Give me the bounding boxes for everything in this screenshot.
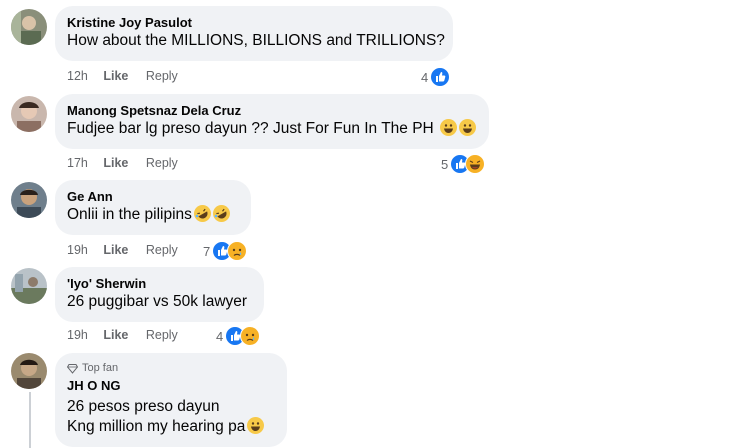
- comment-author[interactable]: 'Iyo' Sherwin: [67, 275, 252, 292]
- avatar[interactable]: [11, 96, 47, 132]
- avatar[interactable]: [11, 268, 47, 304]
- like-button[interactable]: Like: [103, 69, 128, 83]
- comment-author[interactable]: Ge Ann: [67, 188, 239, 205]
- sad-reaction-icon: [227, 241, 248, 261]
- reply-button[interactable]: Reply: [146, 243, 178, 257]
- comment-text-body: Onlii in the pilipins: [67, 206, 192, 223]
- reaction-summary[interactable]: 7: [203, 241, 248, 261]
- comment-text-body: Kng million my hearing pa: [67, 418, 246, 435]
- reaction-summary[interactable]: 4: [421, 67, 451, 87]
- comment-text-body: Fudjee bar lg preso dayun ?? Just For Fu…: [67, 120, 434, 137]
- comment-text-line-2: Kng million my hearing pa: [67, 417, 275, 437]
- reply-button[interactable]: Reply: [146, 69, 178, 83]
- comment-actions: 17h Like Reply: [67, 156, 192, 170]
- like-button[interactable]: Like: [103, 156, 128, 170]
- diamond-icon: [67, 363, 78, 374]
- thread-line: [29, 392, 31, 448]
- comment-text-line-1: 26 pesos preso dayun: [67, 398, 220, 415]
- comment-actions: 19h Like Reply: [67, 243, 192, 257]
- reaction-summary[interactable]: 4: [216, 326, 261, 346]
- comment-bubble: 'Iyo' Sherwin 26 puggibar vs 50k lawyer: [55, 267, 264, 322]
- comment-time[interactable]: 12h: [67, 69, 88, 83]
- comment-bubble: Kristine Joy Pasulot How about the MILLI…: [55, 6, 453, 61]
- rofl-emoji-icon: [193, 205, 211, 222]
- comment-bubble: Ge Ann Onlii in the pilipins: [55, 180, 251, 235]
- rofl-emoji-icon: [212, 205, 230, 222]
- haha-reaction-icon: [465, 154, 486, 174]
- comment-bubble: Top fan JH O NG 26 pesos preso dayun Kng…: [55, 353, 287, 447]
- comment-time[interactable]: 17h: [67, 156, 88, 170]
- comment-author[interactable]: Manong Spetsnaz Dela Cruz: [67, 102, 477, 119]
- sad-reaction-icon: [240, 326, 261, 346]
- reply-button[interactable]: Reply: [146, 328, 178, 342]
- reaction-summary[interactable]: 5: [441, 154, 486, 174]
- comment-text: Onlii in the pilipins: [67, 205, 239, 225]
- top-fan-label: Top fan: [82, 362, 119, 374]
- avatar[interactable]: [11, 353, 47, 389]
- reaction-count: 4: [216, 328, 224, 344]
- comment-text: How about the MILLIONS, BILLIONS and TRI…: [67, 32, 445, 49]
- comment-author[interactable]: JH O NG: [67, 377, 275, 394]
- comment-time[interactable]: 19h: [67, 243, 88, 257]
- reaction-count: 5: [441, 156, 449, 172]
- grinning-emoji-icon: [440, 119, 458, 136]
- avatar[interactable]: [11, 182, 47, 218]
- comment-actions: 12h Like Reply: [67, 69, 192, 83]
- like-reaction-icon: [430, 67, 451, 87]
- reply-button[interactable]: Reply: [146, 156, 178, 170]
- comment-text: 26 puggibar vs 50k lawyer: [67, 293, 248, 310]
- comment-bubble: Manong Spetsnaz Dela Cruz Fudjee bar lg …: [55, 94, 489, 149]
- comment-time[interactable]: 19h: [67, 328, 88, 342]
- reaction-count: 7: [203, 243, 211, 259]
- reaction-count: 4: [421, 69, 429, 85]
- comment-text: Fudjee bar lg preso dayun ?? Just For Fu…: [67, 119, 477, 139]
- comment-actions: 19h Like Reply: [67, 328, 192, 342]
- avatar[interactable]: [11, 9, 47, 45]
- like-button[interactable]: Like: [103, 328, 128, 342]
- comment-author[interactable]: Kristine Joy Pasulot: [67, 14, 441, 31]
- top-fan-badge[interactable]: Top fan: [67, 361, 275, 375]
- like-button[interactable]: Like: [103, 243, 128, 257]
- grinning-emoji-icon: [247, 417, 265, 434]
- grinning-emoji-icon: [459, 119, 477, 136]
